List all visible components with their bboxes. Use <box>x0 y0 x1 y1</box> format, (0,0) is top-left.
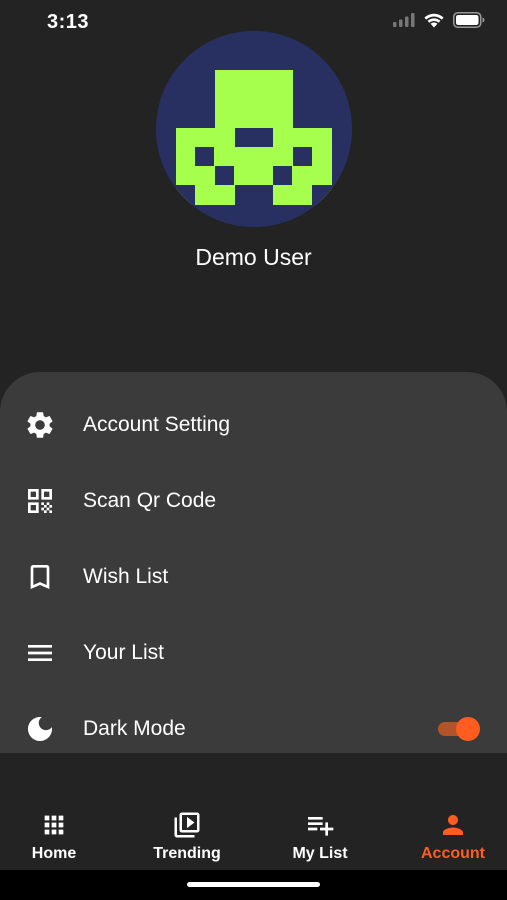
menu-item-label: Dark Mode <box>83 717 186 740</box>
nav-item-account[interactable]: Account <box>393 810 507 870</box>
moon-icon <box>24 713 56 745</box>
bottom-nav: Home Trending My List Account <box>0 800 507 870</box>
avatar-pattern-icon <box>156 31 352 227</box>
user-name: Demo User <box>195 244 312 270</box>
dark-mode-toggle[interactable] <box>436 716 480 742</box>
nav-item-my-list[interactable]: My List <box>260 810 380 870</box>
play-library-icon <box>127 810 247 840</box>
grid-icon <box>0 810 114 840</box>
menu-item-label: Account Setting <box>83 413 231 436</box>
menu-item-wish-list[interactable]: Wish List <box>0 539 507 615</box>
menu-item-label: Wish List <box>83 565 169 588</box>
cellular-signal-icon <box>393 13 415 32</box>
playlist-add-icon <box>260 810 380 840</box>
nav-label: My List <box>292 845 348 862</box>
nav-label: Trending <box>153 845 221 862</box>
menu-item-label: Scan Qr Code <box>83 489 217 512</box>
toggle-thumb <box>456 717 480 741</box>
menu-item-label: Your List <box>83 641 164 664</box>
list-icon <box>24 637 56 669</box>
nav-item-trending[interactable]: Trending <box>127 810 247 870</box>
account-menu: Account Setting Scan Qr Code Wish List Y… <box>0 372 507 753</box>
menu-item-scan-qr-code[interactable]: Scan Qr Code <box>0 463 507 539</box>
nav-label: Home <box>31 845 77 862</box>
menu-item-account-setting[interactable]: Account Setting <box>0 387 507 463</box>
home-indicator[interactable] <box>187 882 320 887</box>
gear-icon <box>24 409 56 441</box>
person-icon <box>393 810 507 840</box>
menu-item-your-list[interactable]: Your List <box>0 615 507 691</box>
battery-icon <box>453 12 485 33</box>
nav-label: Account <box>421 845 485 862</box>
avatar[interactable] <box>156 31 352 227</box>
wifi-icon <box>423 12 445 33</box>
home-indicator-area <box>0 870 507 900</box>
nav-item-home[interactable]: Home <box>0 810 114 870</box>
status-icons <box>393 12 485 33</box>
bookmark-icon <box>24 561 56 593</box>
menu-item-dark-mode: Dark Mode <box>0 691 507 753</box>
qr-code-icon <box>24 485 56 517</box>
status-time: 3:13 <box>47 11 90 33</box>
